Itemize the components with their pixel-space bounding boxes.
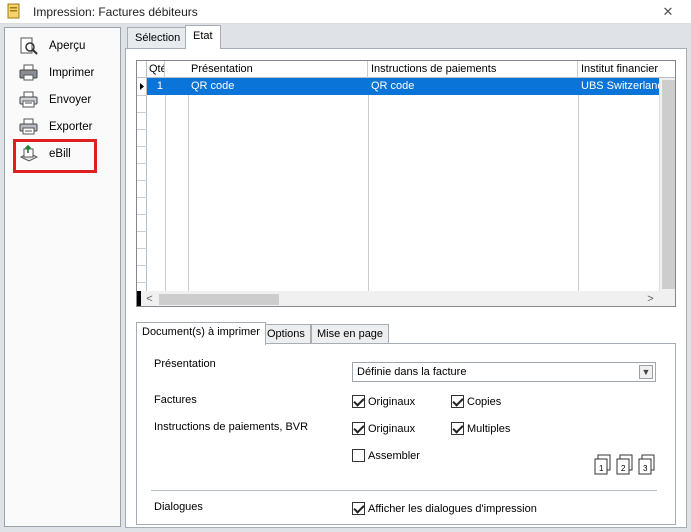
checkbox-label: Copies: [467, 395, 502, 408]
column-divider: [368, 78, 369, 291]
subtab-mise-en-page[interactable]: Mise en page: [311, 324, 390, 344]
preview-icon: [20, 37, 38, 55]
scroll-corner: [659, 291, 675, 306]
printer-icon: [19, 64, 38, 81]
scroll-right-icon[interactable]: >: [642, 291, 659, 306]
cell-presentation: QR code: [191, 80, 235, 92]
page-3-icon: 3: [638, 454, 655, 475]
sidebar-item-envoyer[interactable]: Envoyer: [19, 89, 114, 111]
factures-label: Factures: [154, 394, 197, 406]
factures-originaux-checkbox[interactable]: Originaux: [352, 394, 415, 409]
title-bar: Impression: Factures débiteurs ✕: [0, 0, 691, 24]
instructions-label: Instructions de paiements, BVR: [154, 421, 309, 433]
page-1-icon: 1: [594, 454, 611, 475]
checkbox-label: Assembler: [368, 449, 420, 462]
row-selector-header: [137, 61, 147, 78]
presentation-select[interactable]: Définie dans la facture ▼: [352, 362, 656, 382]
svg-text:3: 3: [643, 464, 648, 473]
sidebar-item-label: Exporter: [49, 121, 93, 133]
instructions-multiples-checkbox[interactable]: Multiples: [451, 421, 510, 436]
sidebar-item-label: Envoyer: [49, 94, 92, 106]
vertical-scroll-thumb[interactable]: [662, 80, 675, 289]
column-divider: [165, 78, 166, 291]
print-jobs-grid: Qté Présentation Instructions de paiemen…: [136, 60, 676, 307]
row-selector-column: [137, 78, 147, 306]
sidebar-item-label: Imprimer: [49, 67, 95, 79]
horizontal-scroll-thumb[interactable]: [159, 294, 279, 305]
checkbox-label: Originaux: [368, 422, 416, 435]
grid-header: Qté Présentation Instructions de paiemen…: [137, 61, 675, 78]
current-row-arrow-icon: [140, 83, 144, 90]
dialogues-label: Dialogues: [154, 501, 203, 513]
app-icon: [7, 3, 20, 19]
document-subtabs: Document(s) à imprimer Options Mise en p…: [136, 322, 676, 345]
main-tabbar: Sélection Etat: [125, 25, 687, 49]
column-header-instructions[interactable]: Instructions de paiements: [368, 61, 578, 78]
collate-copies-icon: 1 2 3: [593, 454, 659, 476]
tab-selection[interactable]: Sélection: [127, 27, 189, 49]
checkbox-box[interactable]: [352, 449, 365, 462]
column-divider: [188, 78, 189, 291]
column-header-qty[interactable]: Qté: [147, 61, 165, 78]
ebill-highlight-box: [13, 139, 97, 173]
checkbox-label: Originaux: [368, 395, 416, 408]
vertical-scrollbar[interactable]: [659, 78, 675, 291]
send-icon: [19, 91, 38, 108]
column-divider: [578, 78, 579, 291]
sidebar-item-apercu[interactable]: Aperçu: [19, 35, 114, 57]
show-print-dialogs-checkbox[interactable]: Afficher les dialogues d'impression: [352, 501, 537, 516]
checkbox-box[interactable]: [451, 422, 464, 435]
form-separator: [151, 490, 657, 491]
svg-text:1: 1: [599, 464, 604, 473]
sidebar-item-label: Aperçu: [49, 40, 86, 52]
horizontal-scrollbar[interactable]: < >: [137, 291, 659, 306]
checkbox-box[interactable]: [352, 502, 365, 515]
sidebar-item-imprimer[interactable]: Imprimer: [19, 62, 114, 84]
svg-text:2: 2: [621, 464, 626, 473]
factures-copies-checkbox[interactable]: Copies: [451, 394, 501, 409]
close-icon[interactable]: ✕: [658, 3, 678, 21]
checkbox-box[interactable]: [451, 395, 464, 408]
cell-instructions: QR code: [371, 80, 415, 92]
chevron-down-icon[interactable]: ▼: [639, 365, 653, 379]
instructions-originaux-checkbox[interactable]: Originaux: [352, 421, 415, 436]
scrollbar-left-edge: [137, 291, 141, 306]
scroll-left-icon[interactable]: <: [141, 291, 158, 306]
column-header-institute[interactable]: Institut financier: [578, 61, 659, 78]
cell-qty: 1: [156, 80, 163, 92]
export-icon: [19, 118, 38, 135]
column-header-presentation[interactable]: Présentation: [188, 61, 368, 78]
presentation-select-value: Définie dans la facture: [357, 366, 467, 378]
sidebar-item-exporter[interactable]: Exporter: [19, 116, 114, 138]
window-title: Impression: Factures débiteurs: [33, 5, 198, 19]
table-row[interactable]: 1 QR code QR code UBS Switzerland: [147, 78, 675, 95]
tab-panel-etat: Qté Présentation Instructions de paiemen…: [125, 48, 687, 528]
presentation-label: Présentation: [154, 358, 216, 370]
tab-etat[interactable]: Etat: [185, 25, 221, 49]
page-2-icon: 2: [616, 454, 633, 475]
action-sidebar: Aperçu Imprimer Envoyer Exporter eBill: [4, 27, 121, 527]
subtab-options[interactable]: Options: [261, 324, 311, 344]
main-content: Sélection Etat Qté Présentation Instruct…: [125, 25, 687, 528]
checkbox-label: Afficher les dialogues d'impression: [368, 502, 537, 515]
subtab-documents[interactable]: Document(s) à imprimer: [136, 322, 266, 345]
checkbox-label: Multiples: [467, 422, 511, 435]
checkbox-box[interactable]: [352, 422, 365, 435]
assembler-checkbox[interactable]: Assembler: [352, 448, 420, 463]
cell-institute: UBS Switzerland: [581, 80, 659, 92]
documents-panel: Présentation Définie dans la facture ▼ F…: [136, 343, 676, 525]
checkbox-box[interactable]: [352, 395, 365, 408]
